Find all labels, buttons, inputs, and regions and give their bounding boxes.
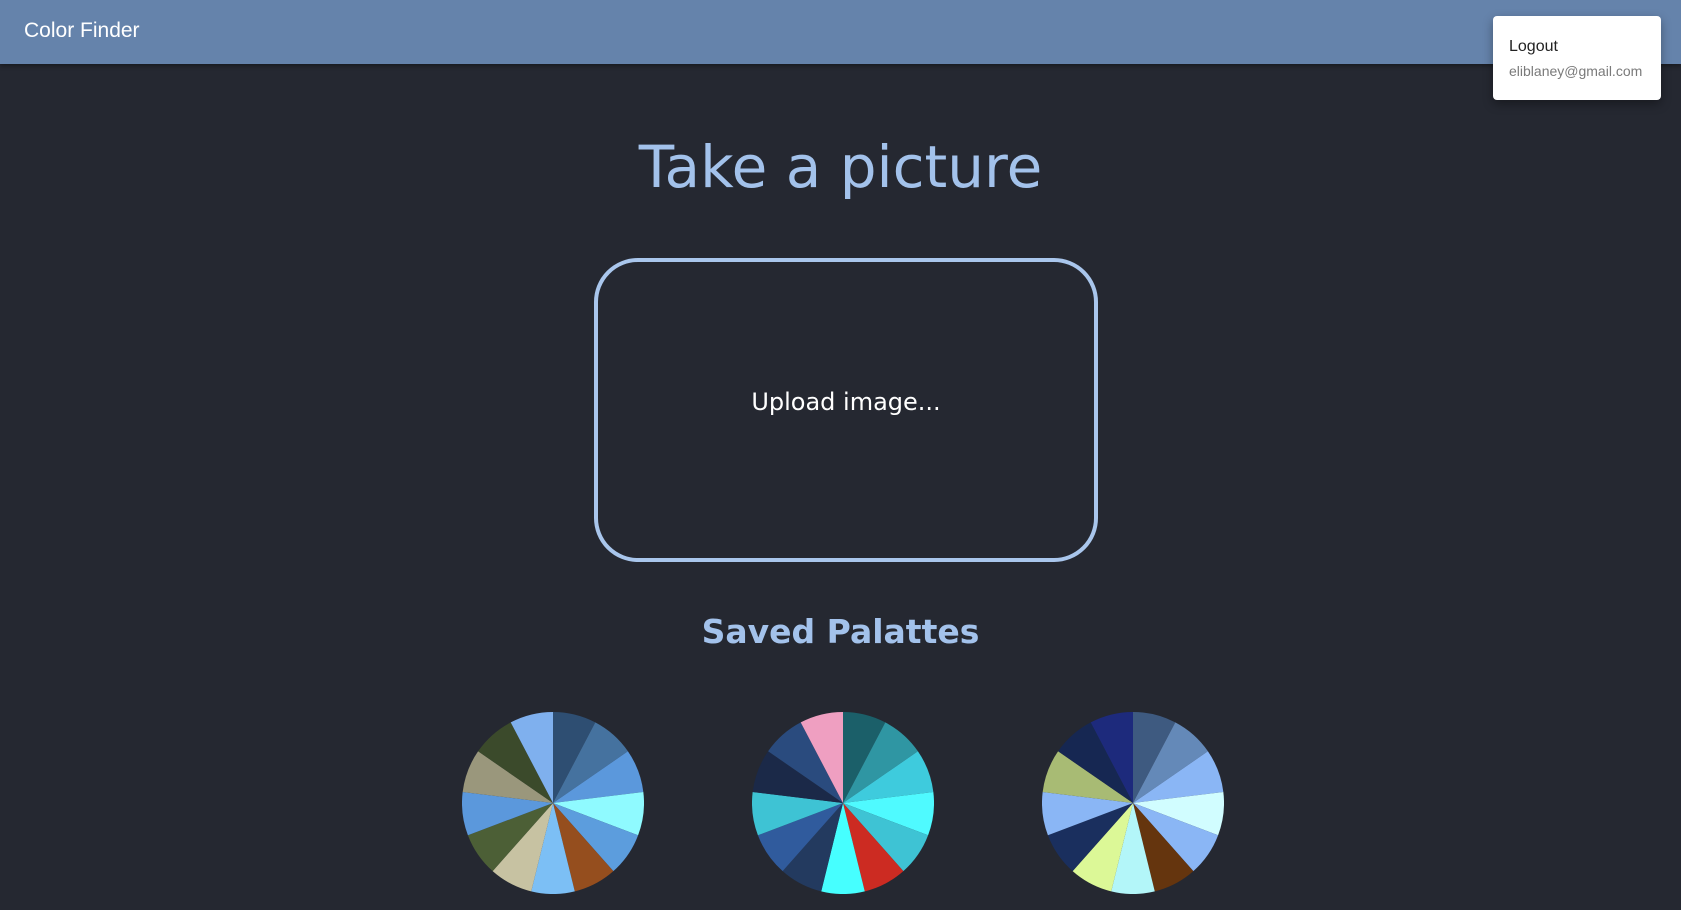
palette-wheel-svg <box>1042 712 1224 894</box>
app-bar: Color Finder <box>0 0 1681 64</box>
user-menu: Logout eliblaney@gmail.com <box>1493 16 1661 100</box>
upload-image-dropzone[interactable]: Upload image... <box>594 258 1098 562</box>
saved-palettes-heading: Saved Palattes <box>701 612 980 651</box>
logout-menu-item[interactable]: Logout <box>1509 38 1558 56</box>
palette-wheel-svg <box>462 712 644 894</box>
palette-wheel-3[interactable] <box>1042 712 1224 894</box>
page-title: Take a picture <box>638 133 1043 201</box>
palette-wheel-2[interactable] <box>752 712 934 894</box>
palette-wheel-svg <box>752 712 934 894</box>
palette-wheel-1[interactable] <box>462 712 644 894</box>
user-email: eliblaney@gmail.com <box>1509 63 1643 79</box>
app-title: Color Finder <box>24 19 140 42</box>
upload-image-label: Upload image... <box>751 388 941 416</box>
